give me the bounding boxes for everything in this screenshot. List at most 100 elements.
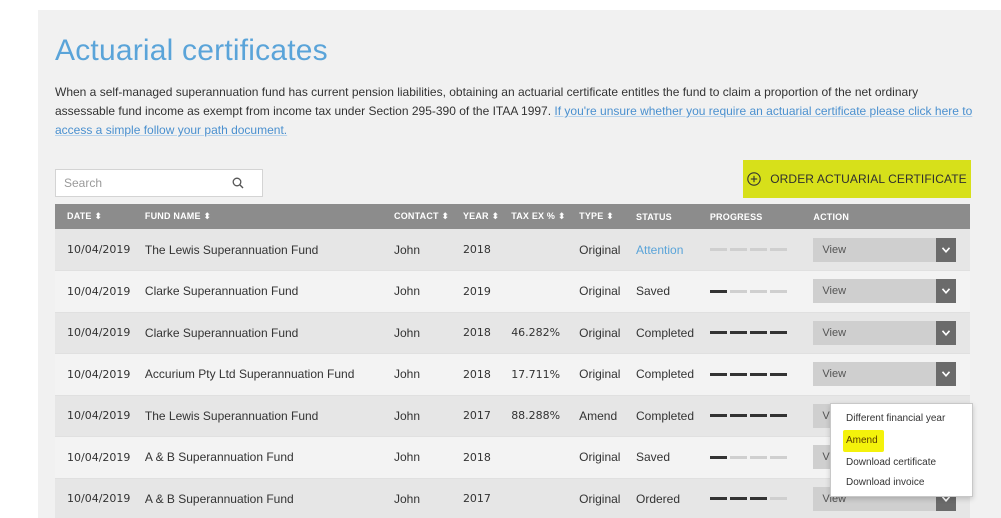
cell-fund-name: Accurium Pty Ltd Superannuation Fund	[144, 367, 355, 382]
cell-status: Saved	[636, 450, 671, 465]
cell-contact: John	[394, 325, 421, 340]
cell-tax-ex	[499, 478, 567, 518]
action-select-value: View	[822, 243, 847, 256]
cell-progress	[698, 271, 802, 313]
cell-contact: John	[394, 284, 421, 299]
intro-paragraph: When a self-managed superannuation fund …	[55, 83, 973, 140]
action-select[interactable]: View	[813, 279, 957, 304]
progress-segment	[769, 497, 787, 501]
cell-tax-ex	[499, 437, 567, 479]
table-row: 10/04/2019 Clarke Superannuation Fund John…	[55, 270, 970, 313]
progress-bar	[709, 497, 802, 501]
chevron-down-icon[interactable]	[936, 362, 957, 387]
progress-segment	[769, 372, 787, 376]
progress-segment	[709, 289, 727, 293]
search-input[interactable]	[56, 170, 226, 196]
col-status: STATUS	[636, 211, 672, 222]
progress-segment	[749, 497, 767, 501]
cell-tax-ex: 46.282%	[511, 326, 561, 340]
cell-date: 10/04/2019	[67, 367, 131, 381]
cell-status[interactable]: Attention	[624, 229, 698, 271]
cell-status: Completed	[636, 408, 695, 423]
cell-fund-name: The Lewis Superannuation Fund	[144, 242, 319, 257]
search-box	[55, 169, 263, 197]
cell-progress	[698, 395, 802, 437]
cell-progress	[698, 437, 802, 479]
progress-segment	[749, 331, 767, 335]
progress-segment	[769, 289, 787, 293]
page-title: Actuarial certificates	[55, 34, 328, 67]
cell-fund-name: A & B Superannuation Fund	[144, 450, 294, 465]
progress-segment	[749, 248, 767, 251]
cell-fund-name: A & B Superannuation Fund	[144, 491, 294, 506]
cell-fund-name: The Lewis Superannuation Fund	[144, 408, 319, 423]
cell-tax-ex: 88.288%	[511, 409, 561, 423]
progress-segment	[729, 248, 747, 251]
menu-item-download-certificate[interactable]: Download certificate	[831, 453, 972, 473]
progress-segment	[729, 414, 747, 418]
cell-status: Saved	[636, 284, 671, 299]
cell-date: 10/04/2019	[67, 243, 131, 256]
cell-progress	[698, 312, 802, 354]
progress-segment	[749, 414, 767, 418]
cell-fund-name: Clarke Superannuation Fund	[144, 325, 299, 340]
progress-bar	[709, 248, 802, 251]
action-select[interactable]: View	[813, 237, 957, 262]
progress-segment	[749, 289, 767, 293]
progress-bar	[709, 414, 802, 418]
progress-segment	[709, 372, 727, 376]
col-year[interactable]: YEAR ⬍	[451, 204, 499, 229]
cell-contact: John	[394, 408, 421, 423]
progress-bar	[709, 455, 802, 459]
progress-bar	[709, 331, 802, 335]
cell-progress	[698, 229, 802, 271]
menu-item-different-financial-year[interactable]: Different financial year	[831, 409, 972, 429]
col-progress: PROGRESS	[709, 211, 763, 222]
col-date[interactable]: DATE ⬍	[55, 204, 133, 229]
progress-segment	[729, 372, 747, 376]
chevron-down-icon[interactable]	[936, 279, 957, 304]
chevron-down-icon[interactable]	[936, 237, 957, 262]
cell-tax-ex	[499, 229, 567, 271]
cell-contact: John	[394, 450, 421, 465]
cell-date: 10/04/2019	[67, 284, 131, 298]
progress-segment	[729, 497, 747, 501]
progress-segment	[709, 497, 727, 501]
cell-type: Original	[579, 284, 621, 299]
menu-item-amend[interactable]: Amend	[843, 430, 884, 452]
progress-segment	[729, 455, 747, 459]
action-dropdown-menu: Different financial year Amend Download …	[830, 403, 973, 497]
table-row: 10/04/2019 Clarke Superannuation Fund John…	[55, 312, 970, 354]
cell-year: 2017	[462, 409, 491, 423]
col-fund-name[interactable]: FUND NAME ⬍	[133, 204, 382, 229]
cell-type: Original	[579, 242, 621, 257]
add-circle-icon	[747, 172, 761, 186]
menu-item-download-invoice[interactable]: Download invoice	[831, 473, 972, 493]
cell-fund-name: Clarke Superannuation Fund	[144, 284, 299, 299]
action-select[interactable]: View	[813, 320, 957, 345]
progress-segment	[729, 289, 747, 293]
cell-type: Original	[579, 450, 621, 465]
cell-date: 10/04/2019	[67, 409, 131, 423]
cell-type: Original	[579, 325, 621, 340]
chevron-down-icon[interactable]	[936, 320, 957, 345]
cell-year: 2019	[462, 284, 491, 298]
cell-progress	[698, 354, 802, 396]
action-select[interactable]: View	[813, 362, 957, 387]
col-type[interactable]: TYPE ⬍	[567, 204, 624, 229]
col-tax-ex[interactable]: TAX EX % ⬍	[499, 204, 567, 229]
cell-date: 10/04/2019	[67, 326, 131, 340]
progress-segment	[709, 331, 727, 335]
cell-action: View	[801, 229, 970, 271]
search-icon[interactable]	[232, 177, 244, 189]
col-contact[interactable]: CONTACT ⬍	[382, 204, 451, 229]
table-row: 10/04/2019 The Lewis Superannuation Fund J…	[55, 229, 970, 271]
cell-status: Completed	[636, 325, 695, 340]
order-actuarial-certificate-button[interactable]: ORDER ACTUARIAL CERTIFICATE	[743, 160, 971, 198]
action-select-value: View	[822, 285, 847, 298]
cell-type: Original	[579, 367, 621, 382]
cell-action: View	[801, 354, 970, 396]
cell-contact: John	[394, 242, 421, 257]
cell-action: View	[801, 312, 970, 354]
table-row: 10/04/2019 Accurium Pty Ltd Superannuatio…	[55, 353, 970, 396]
